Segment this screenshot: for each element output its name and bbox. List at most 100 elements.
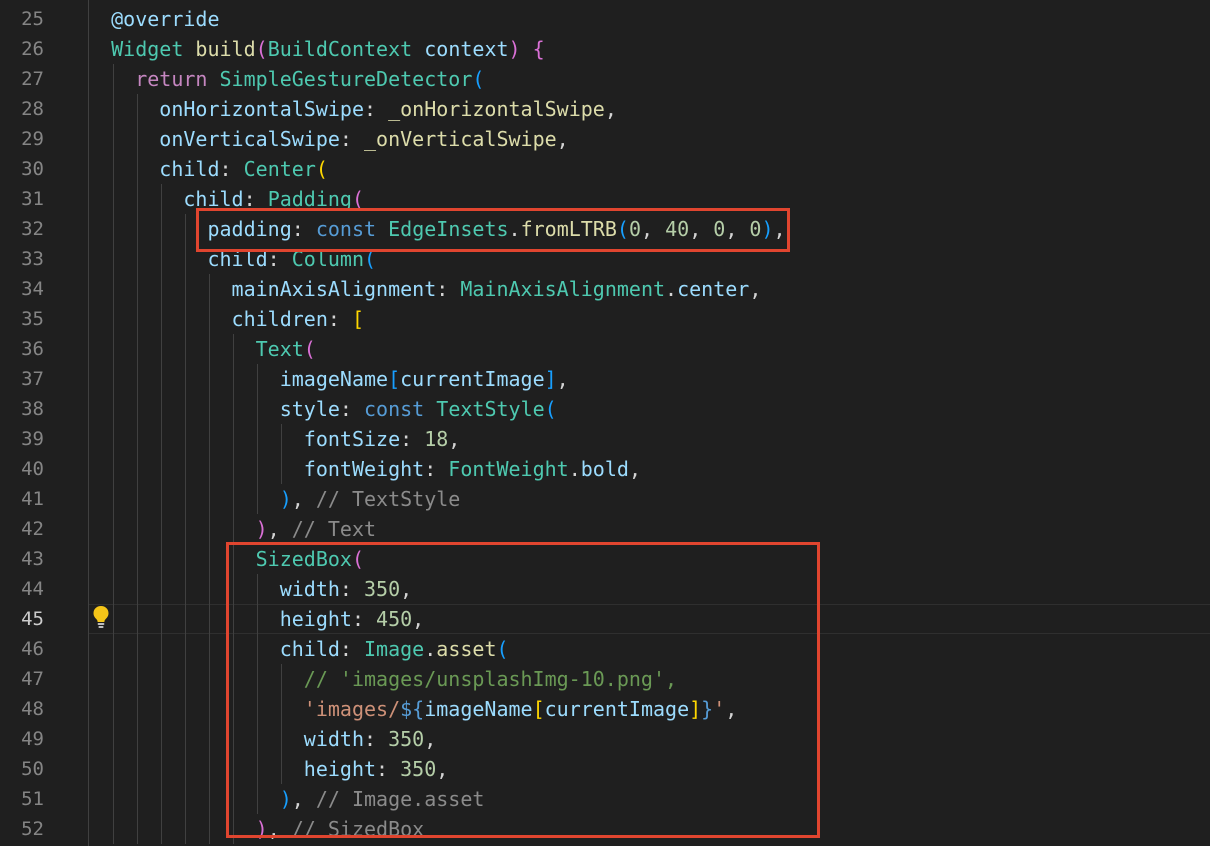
code-line[interactable]: 34 mainAxisAlignment: MainAxisAlignment.… (0, 274, 1210, 304)
code-token: [ (388, 367, 401, 391)
code-line[interactable]: 39 fontSize: 18, (0, 424, 1210, 454)
code-line[interactable]: 29 onVerticalSwipe: _onVerticalSwipe, (0, 124, 1210, 154)
code-token: TextStyle (436, 397, 545, 421)
code-line[interactable]: 42 ), // Text (0, 514, 1210, 544)
code-token: Text (255, 337, 304, 361)
code-line[interactable]: 28 onHorizontalSwipe: _onHorizontalSwipe… (0, 94, 1210, 124)
line-number: 40 (21, 458, 44, 480)
code-line[interactable]: 27 return SimpleGestureDetector( (0, 64, 1210, 94)
code-line[interactable]: 25 @override (0, 4, 1210, 34)
code-token: context (424, 37, 509, 61)
code-token: : (339, 127, 365, 151)
code-token: bold (580, 457, 629, 481)
code-token: : (400, 427, 425, 451)
code-token: FontWeight (448, 457, 569, 481)
code-editor[interactable]: 25 @override 26 Widget build(BuildContext… (0, 0, 1210, 846)
line-number: 48 (21, 698, 44, 720)
code-line[interactable]: 40 fontWeight: FontWeight.bold, (0, 454, 1210, 484)
code-token: ( (303, 337, 316, 361)
line-number: 38 (21, 398, 44, 420)
code-token: , (628, 457, 641, 481)
code-token: // TextStyle (315, 487, 461, 511)
code-token: fontSize (303, 427, 401, 451)
code-text: ), // Text (39, 514, 376, 544)
line-number: 44 (21, 578, 44, 600)
code-token: center (677, 277, 750, 301)
code-line[interactable]: 30 child: Center( (0, 154, 1210, 184)
code-line[interactable]: 35 children: [ (0, 304, 1210, 334)
lightbulb-icon[interactable] (92, 605, 110, 629)
code-token: , (556, 367, 569, 391)
code-token: { (532, 37, 545, 61)
code-token: , (267, 517, 292, 541)
line-number: 39 (21, 428, 44, 450)
code-line[interactable]: 38 style: const TextStyle( (0, 394, 1210, 424)
code-token: _onHorizontalSwipe (388, 97, 605, 121)
code-token: _onVerticalSwipe (364, 127, 557, 151)
line-number: 29 (21, 128, 44, 150)
code-token: : (339, 397, 365, 421)
code-text: Text( (39, 334, 316, 364)
code-text: fontWeight: FontWeight.bold, (39, 454, 641, 484)
code-token: , (749, 277, 762, 301)
code-token: ( (315, 157, 328, 181)
code-token: ] (544, 367, 557, 391)
code-text: onHorizontalSwipe: _onHorizontalSwipe, (39, 94, 617, 124)
code-token: ) (508, 37, 521, 61)
code-text: @override (39, 4, 220, 34)
code-text: Widget build(BuildContext context) { (39, 34, 545, 64)
code-token: ) (279, 487, 292, 511)
line-number: 33 (21, 248, 44, 270)
padding-highlight-box (196, 208, 790, 252)
code-token: child (159, 157, 220, 181)
line-number: 26 (21, 38, 44, 60)
code-token: , (291, 487, 316, 511)
code-token: currentImage (400, 367, 545, 391)
code-text: ), // TextStyle (39, 484, 461, 514)
code-text: mainAxisAlignment: MainAxisAlignment.cen… (39, 274, 762, 304)
code-line[interactable]: 36 Text( (0, 334, 1210, 364)
code-token: @override (111, 7, 220, 31)
code-token: onHorizontalSwipe (159, 97, 364, 121)
code-text: onVerticalSwipe: _onVerticalSwipe, (39, 124, 568, 154)
line-number: 37 (21, 368, 44, 390)
line-number: 49 (21, 728, 44, 750)
code-token: build (195, 37, 256, 61)
code-token: // Text (291, 517, 377, 541)
code-token: Widget (111, 37, 184, 61)
code-token: ( (472, 67, 485, 91)
code-token: ) (255, 517, 268, 541)
code-token: SimpleGestureDetector (219, 67, 473, 91)
line-number: 35 (21, 308, 44, 330)
line-number: 41 (21, 488, 44, 510)
line-number: 46 (21, 638, 44, 660)
code-token: 18 (424, 427, 449, 451)
code-token: , (604, 97, 617, 121)
code-token: children (231, 307, 328, 331)
line-number: 34 (21, 278, 44, 300)
code-line[interactable]: 41 ), // TextStyle (0, 484, 1210, 514)
code-line[interactable]: 37 imageName[currentImage], (0, 364, 1210, 394)
code-text: fontSize: 18, (39, 424, 461, 454)
code-token: onVerticalSwipe (159, 127, 340, 151)
code-token: ( (255, 37, 268, 61)
code-token: , (448, 427, 461, 451)
code-text: style: const TextStyle( (39, 394, 557, 424)
code-line[interactable]: 26 Widget build(BuildContext context) { (0, 34, 1210, 64)
code-token: const (364, 397, 425, 421)
